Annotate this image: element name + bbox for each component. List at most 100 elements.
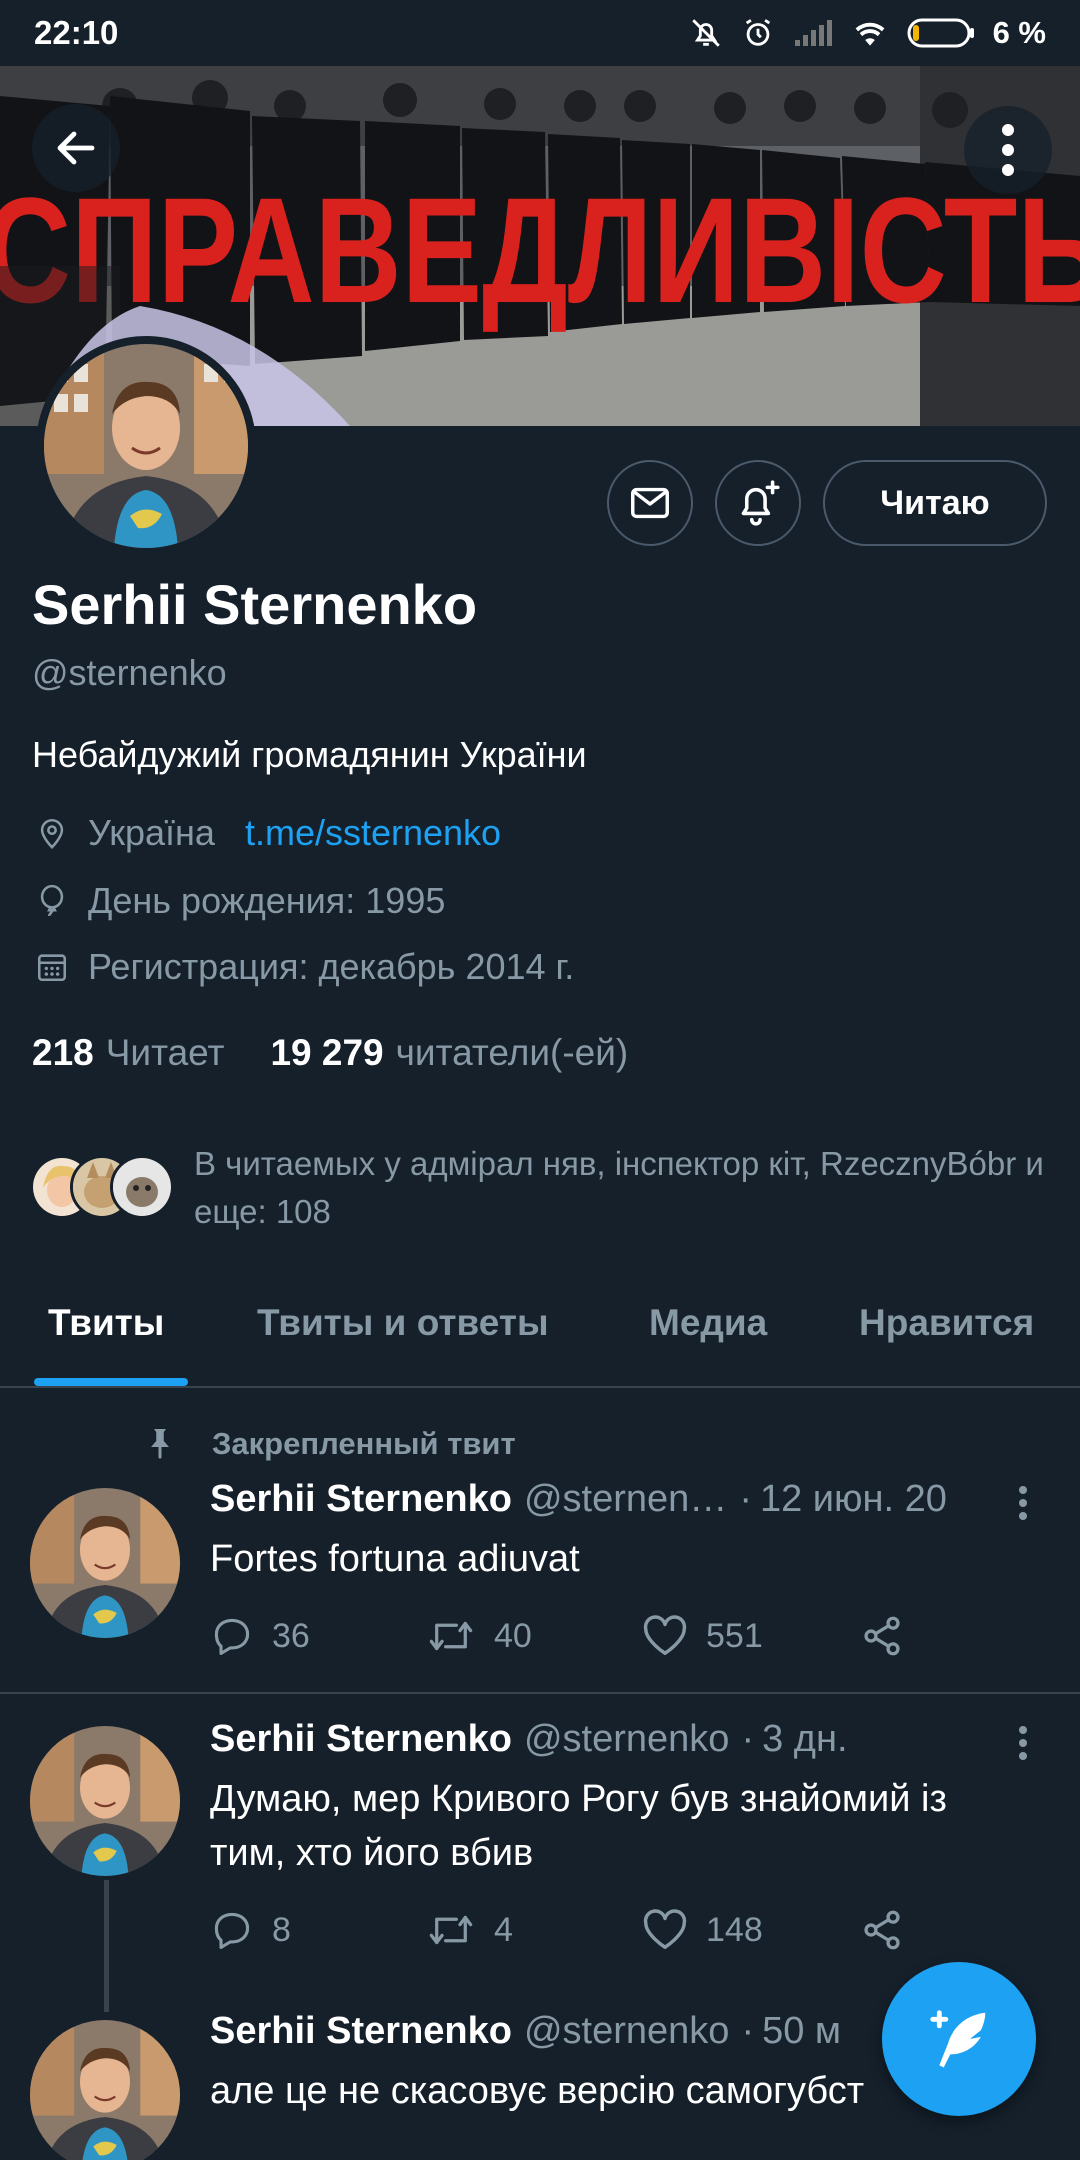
tab-media[interactable]: Медиа [649, 1302, 767, 1344]
tweet-actions: 36 40 551 [210, 1614, 930, 1664]
following-stat[interactable]: 218 Читает [32, 1032, 224, 1074]
tweet-text: але це не скасовує версію самогубст [210, 2070, 865, 2112]
pin-icon [32, 813, 72, 853]
like-count: 148 [706, 1910, 763, 1949]
arrow-left-icon [57, 131, 95, 165]
tweet-menu-button[interactable] [1008, 1718, 1038, 1768]
followed-by[interactable]: В читаемых у адмірал няв, інспектор кіт,… [30, 1140, 1050, 1236]
reply-button[interactable]: 8 [210, 1908, 291, 1952]
status-icons: 6 % [689, 15, 1046, 51]
tweet-author-name[interactable]: Serhii Sternenko [210, 2010, 512, 2053]
tab-tweets[interactable]: Твиты [48, 1302, 164, 1344]
active-tab-indicator [34, 1378, 188, 1386]
signal-icon [793, 18, 833, 48]
tweet-text: Fortes fortuna adiuvat [210, 1538, 580, 1580]
pushpin-icon [140, 1424, 180, 1464]
silent-bell-icon [689, 16, 723, 50]
bell-plus-icon [741, 480, 780, 526]
tweet-menu-button[interactable] [1008, 1478, 1038, 1528]
like-button[interactable]: 551 [642, 1614, 763, 1658]
retweet-button[interactable]: 4 [426, 1908, 513, 1952]
followed-by-avatars [30, 1153, 180, 1223]
birthday-row: День рождения: 1995 [32, 880, 445, 922]
tweet-author-handle: @sternen… [523, 1478, 728, 1520]
tweet-header: Serhii Sternenko @sternenko · 50 м [210, 2010, 842, 2053]
share-button[interactable] [860, 1908, 922, 1952]
location-text: Україна [88, 812, 215, 853]
following-count: 218 [32, 1032, 94, 1073]
profile-link[interactable]: t.me/ssternenko [245, 812, 501, 854]
retweet-button[interactable]: 40 [426, 1614, 532, 1658]
tweet-avatar[interactable] [30, 1488, 180, 1638]
compose-tweet-button[interactable] [882, 1962, 1036, 2116]
share-button[interactable] [860, 1614, 922, 1658]
profile-handle: @sternenko [32, 652, 227, 693]
profile-bio: Небайдужий громадянин України [32, 734, 587, 775]
profile-avatar[interactable] [36, 336, 256, 556]
battery-icon [907, 17, 975, 49]
heart-icon [643, 1909, 687, 1949]
followed-by-text: В читаемых у адмірал няв, інспектор кіт,… [194, 1145, 1044, 1230]
tweet-author-name[interactable]: Serhii Sternenko [210, 1718, 512, 1761]
reply-icon [214, 1618, 250, 1655]
tweet-time: 12 июн. 20 [759, 1478, 947, 1520]
banner-sign-text: СПРАВЕДЛИВІСТЬ [0, 166, 1080, 334]
alarm-icon [741, 16, 775, 50]
retweet-count: 40 [494, 1616, 532, 1655]
tweet-header: Serhii Sternenko @sternenko · 3 дн. [210, 1718, 848, 1761]
tweet-header: Serhii Sternenko @sternen… · 12 июн. 20 [210, 1478, 947, 1521]
vertical-dots-icon [1002, 124, 1014, 176]
vertical-dots-icon [1019, 1726, 1027, 1760]
reply-button[interactable]: 36 [210, 1614, 310, 1658]
avatar [110, 1155, 174, 1219]
like-count: 551 [706, 1616, 763, 1655]
reply-count: 36 [272, 1616, 310, 1655]
tab-likes[interactable]: Нравится [859, 1302, 1034, 1344]
wifi-icon [851, 18, 889, 48]
retweet-icon [429, 1915, 473, 1945]
tweet-avatar[interactable] [30, 1726, 180, 1876]
joined-text: Регистрация: декабрь 2014 г. [88, 946, 575, 987]
following-label: Читает [105, 1032, 225, 1073]
like-button[interactable]: 148 [642, 1908, 763, 1952]
pinned-label: Закрепленный твит [140, 1424, 516, 1464]
reply-icon [214, 1912, 250, 1949]
more-button[interactable] [964, 106, 1052, 194]
profile-name: Serhii Sternenko [32, 573, 478, 636]
tweet-author-handle: @sternenko [523, 1718, 730, 1760]
tweet-time: 50 м [762, 2010, 842, 2052]
battery-percent: 6 % [992, 15, 1046, 50]
tweet-actions: 8 4 148 [210, 1908, 930, 1958]
message-button[interactable] [607, 460, 693, 546]
followers-label: читатели(-ей) [395, 1032, 629, 1073]
followers-stat[interactable]: 19 279 читатели(-ей) [270, 1032, 628, 1074]
tab-tweets-replies[interactable]: Твиты и ответы [257, 1302, 549, 1344]
tweet-avatar[interactable] [30, 2020, 180, 2160]
notifications-button[interactable] [715, 460, 801, 546]
balloon-icon [32, 881, 72, 921]
birthday-text: День рождения: 1995 [88, 880, 446, 921]
retweet-count: 4 [494, 1910, 513, 1949]
thread-line [104, 1880, 109, 2012]
following-button[interactable]: Читаю [823, 460, 1047, 546]
status-bar: 22:10 6 % [0, 0, 1080, 66]
joined-row: Регистрация: декабрь 2014 г. [32, 946, 574, 988]
follow-stats: 218 Читает 19 279 читатели(-ей) [32, 1032, 628, 1074]
tweet-text: Думаю, мер Кривого Рогу був знайомий із … [210, 1778, 947, 1874]
back-button[interactable] [32, 104, 120, 192]
tweet-time: 3 дн. [762, 1718, 848, 1760]
tweet-author-handle: @sternenko [523, 2010, 730, 2052]
share-icon [864, 1910, 900, 1950]
heart-icon [643, 1615, 687, 1655]
envelope-icon [631, 487, 669, 519]
status-time: 22:10 [34, 14, 119, 51]
vertical-dots-icon [1019, 1486, 1027, 1520]
feather-plus-icon [930, 2010, 986, 2068]
followers-count: 19 279 [270, 1032, 384, 1073]
calendar-icon [32, 947, 72, 987]
pinned-text: Закрепленный твит [212, 1426, 516, 1461]
retweet-icon [429, 1621, 473, 1651]
reply-count: 8 [272, 1910, 291, 1949]
tweet-author-name[interactable]: Serhii Sternenko [210, 1478, 512, 1521]
location-row: Україна t.me/ssternenko [32, 812, 501, 854]
